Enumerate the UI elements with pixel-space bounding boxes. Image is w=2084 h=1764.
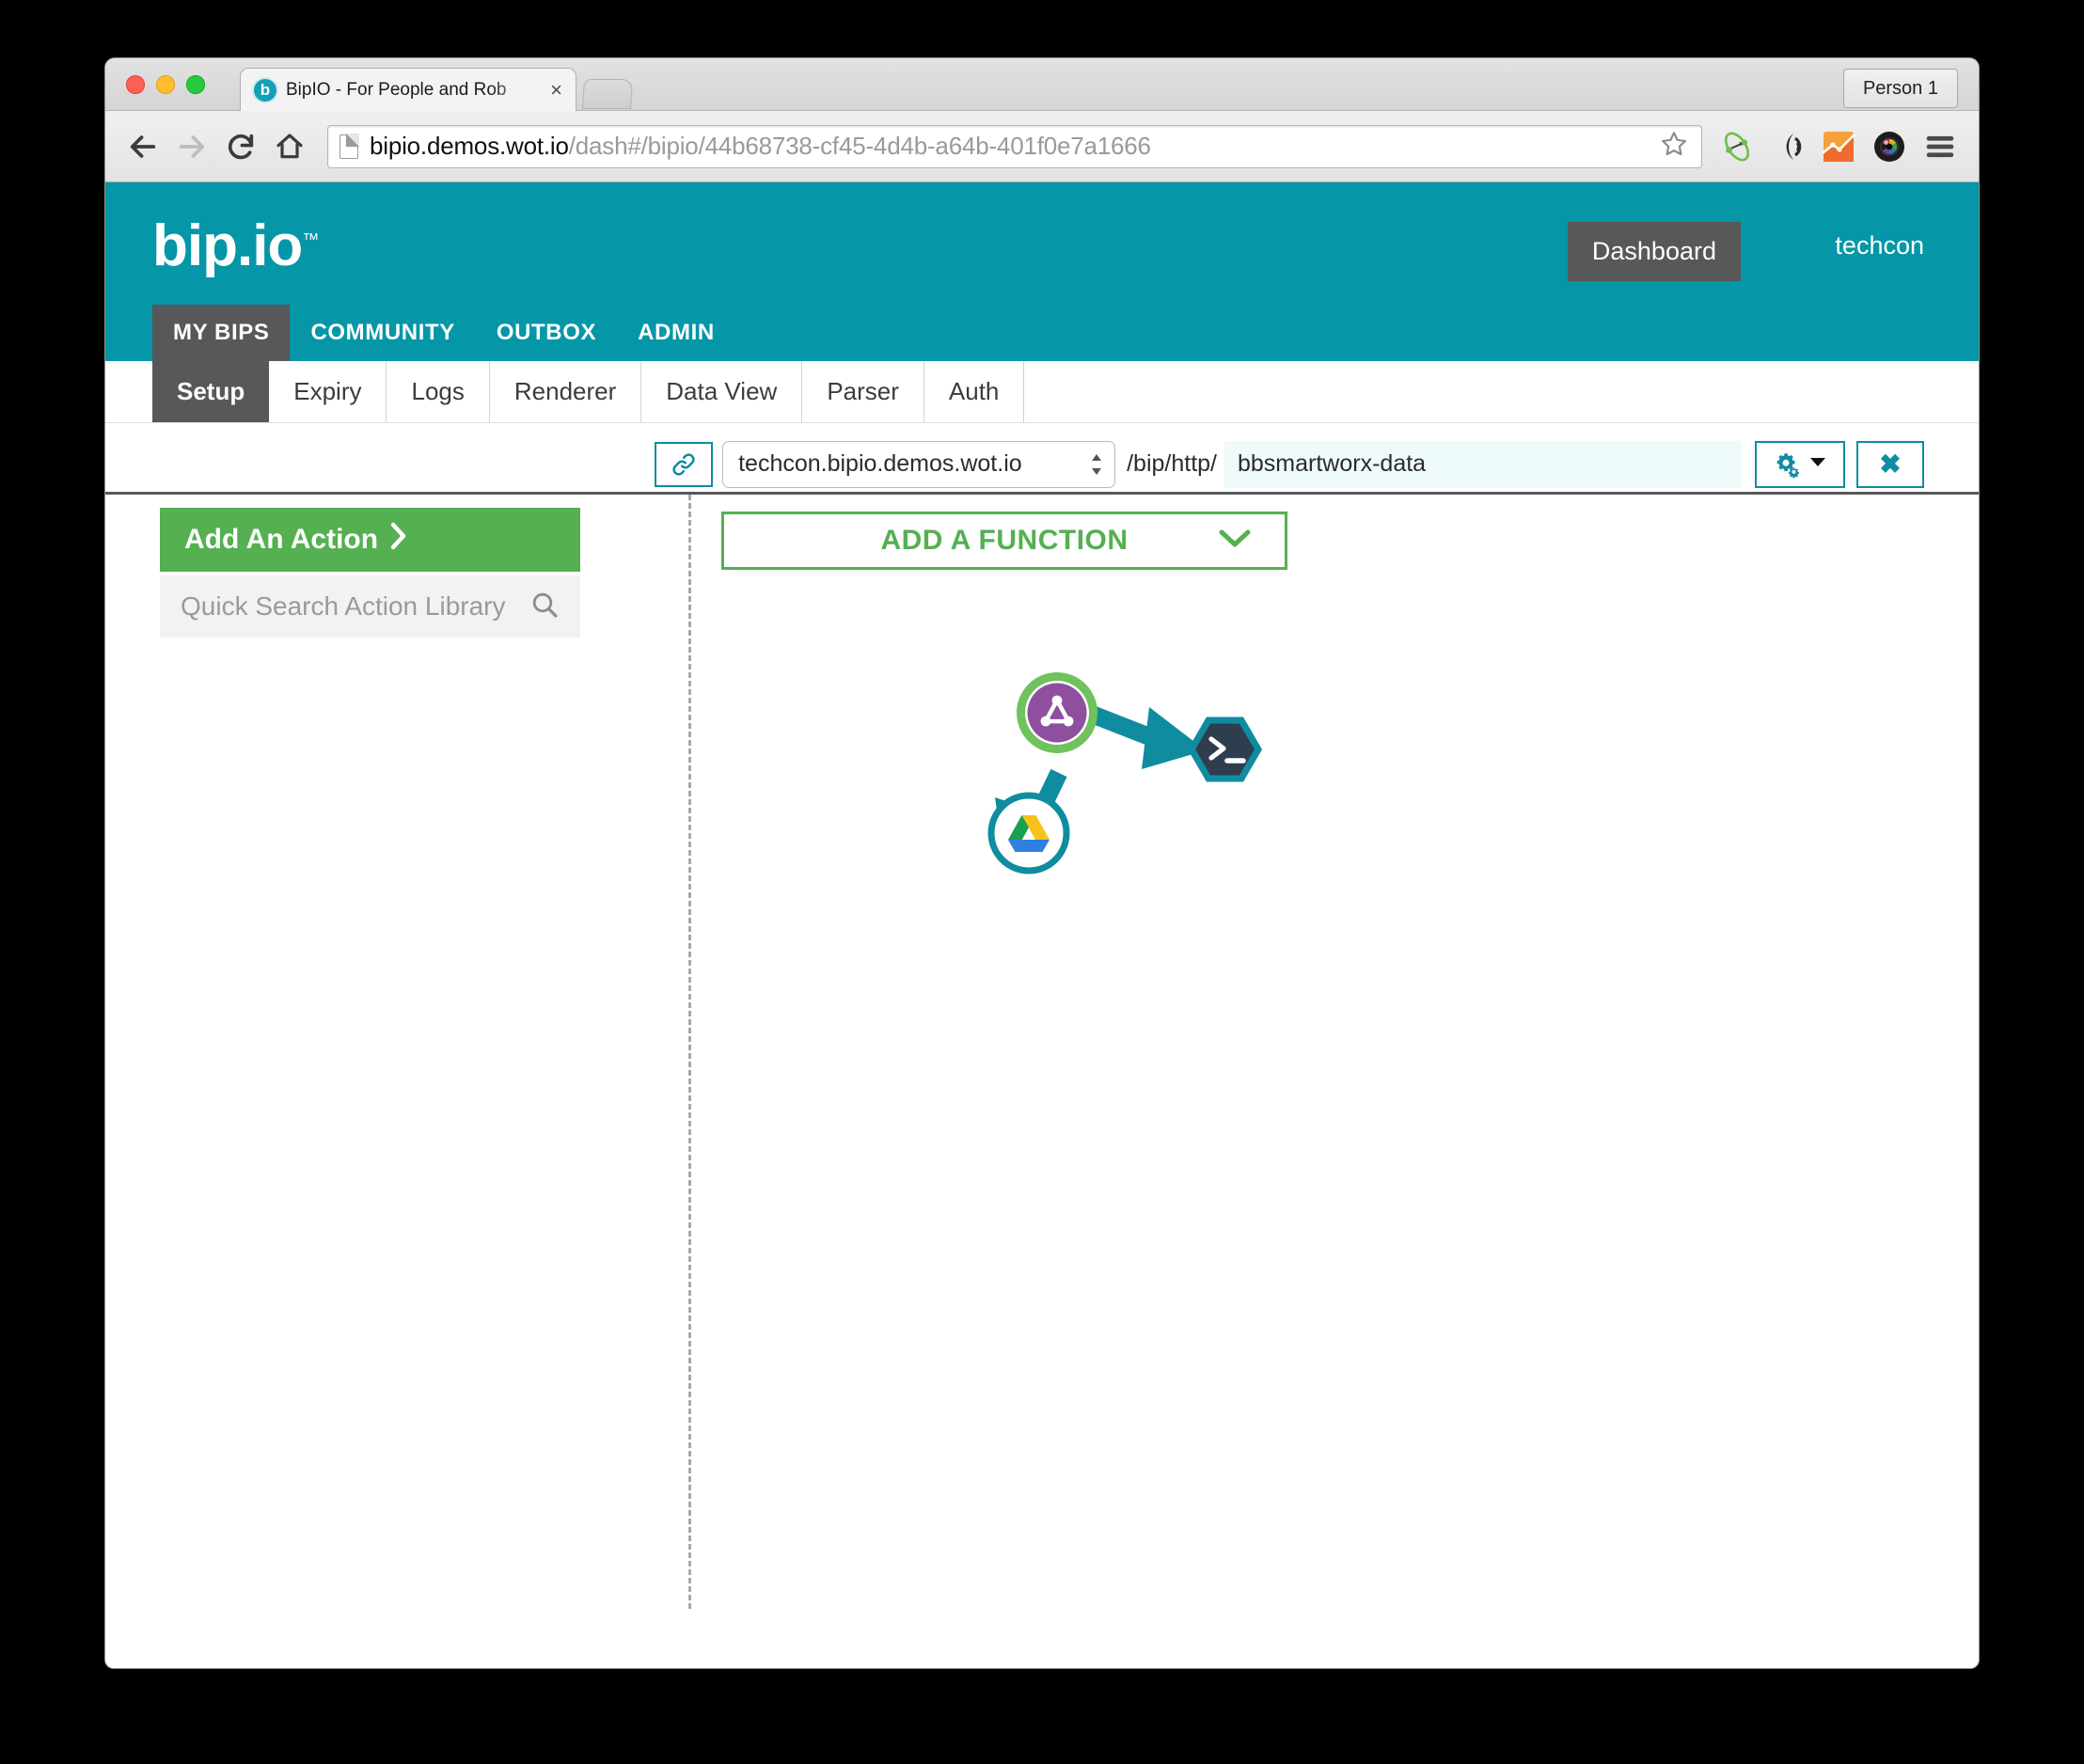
add-an-action-label: Add An Action: [184, 524, 379, 555]
chevron-right-icon: [389, 522, 408, 558]
back-icon[interactable]: [118, 122, 167, 171]
editor-panes: Add An Action Quick Search Action Librar…: [105, 495, 1979, 1609]
new-tab-button[interactable]: [581, 79, 634, 109]
logo-trademark: ™: [302, 229, 319, 249]
url-text: bipio.demos.wot.io/dash#/bipio/44b68738-…: [370, 132, 1151, 161]
tab-auth[interactable]: Auth: [924, 361, 1025, 422]
search-input[interactable]: [181, 591, 529, 622]
nav-item-outbox[interactable]: OUTBOX: [476, 305, 617, 361]
tab-logs[interactable]: Logs: [387, 361, 490, 422]
dashboard-button[interactable]: Dashboard: [1567, 222, 1741, 281]
settings-gear-dropdown-button[interactable]: [1755, 440, 1845, 488]
moon-waves-icon[interactable]: [1762, 122, 1813, 171]
reload-icon[interactable]: [216, 122, 265, 171]
flow-graph: [987, 672, 1263, 874]
add-an-action-button[interactable]: Add An Action: [160, 508, 580, 572]
window-controls: [126, 75, 205, 94]
bipio-favicon: b: [254, 78, 276, 102]
terminal-node[interactable]: [1187, 717, 1263, 782]
forward-icon: [167, 122, 216, 171]
logo-text: bip.io: [152, 213, 303, 278]
nav-item-admin[interactable]: ADMIN: [617, 305, 735, 361]
postman-icon[interactable]: [1712, 122, 1762, 171]
app-header: bip.io™ Dashboard techcon MY BIPS COMMUN…: [105, 182, 1979, 361]
right-pane: ADD A FUNCTION: [707, 495, 1979, 1604]
browser-window: b BipIO - For People and Rob × Person 1 …: [105, 58, 1979, 1668]
profile-person-button[interactable]: Person 1: [1842, 69, 1958, 108]
account-name[interactable]: techcon: [1835, 231, 1924, 260]
browser-tab-strip: b BipIO - For People and Rob × Person 1: [105, 58, 1979, 111]
path-prefix-label: /bip/http/: [1127, 450, 1217, 477]
tab-parser[interactable]: Parser: [802, 361, 924, 422]
nav-item-my-bips[interactable]: MY BIPS: [152, 305, 291, 361]
menu-icon[interactable]: [1915, 122, 1966, 171]
address-bar[interactable]: bipio.demos.wot.io/dash#/bipio/44b68738-…: [327, 124, 1702, 168]
sub-nav: Setup Expiry Logs Renderer Data View Par…: [105, 361, 1979, 423]
tab-expiry[interactable]: Expiry: [269, 361, 387, 422]
home-icon[interactable]: [265, 122, 314, 171]
endpoint-bar: techcon.bipio.demos.wot.io /bip/http/ bb…: [105, 423, 1979, 495]
endpoint-name-input[interactable]: [1224, 440, 1742, 488]
webhook-node[interactable]: [1017, 672, 1097, 753]
main-nav: MY BIPS COMMUNITY OUTBOX ADMIN: [152, 301, 735, 361]
tab-renderer[interactable]: Renderer: [490, 361, 642, 422]
minimize-window-button[interactable]: [156, 75, 175, 94]
url-host: bipio.demos.wot.io: [370, 132, 569, 160]
browser-tab[interactable]: b BipIO - For People and Rob ×: [240, 68, 576, 111]
left-pane: Add An Action: [105, 495, 679, 638]
nav-item-community[interactable]: COMMUNITY: [290, 305, 475, 361]
edge-source-to-terminal: [1080, 702, 1206, 769]
page-document-icon: [339, 134, 359, 159]
browser-tab-title: BipIO - For People and Rob: [286, 79, 507, 100]
camera-lens-icon[interactable]: [1864, 122, 1915, 171]
bookmark-star-icon[interactable]: [1654, 130, 1694, 163]
web-page: bip.io™ Dashboard techcon MY BIPS COMMUN…: [105, 182, 1979, 1668]
google-drive-node[interactable]: [987, 792, 1070, 874]
search-icon[interactable]: [529, 590, 560, 624]
pane-divider: [688, 495, 691, 1609]
browser-toolbar: bipio.demos.wot.io/dash#/bipio/44b68738-…: [105, 111, 1979, 182]
tab-setup[interactable]: Setup: [152, 361, 270, 422]
url-path: /dash#/bipio/44b68738-cf45-4d4b-a64b-401…: [568, 132, 1151, 160]
analytics-chart-icon[interactable]: [1813, 122, 1864, 171]
close-endpoint-button[interactable]: ✖: [1856, 440, 1924, 488]
close-tab-icon[interactable]: ×: [546, 79, 566, 101]
domain-select[interactable]: techcon.bipio.demos.wot.io: [722, 440, 1116, 488]
quick-search-field[interactable]: [160, 575, 580, 638]
link-icon[interactable]: [655, 441, 714, 487]
domain-select-value: techcon.bipio.demos.wot.io: [738, 450, 1022, 477]
maximize-window-button[interactable]: [186, 75, 205, 94]
tab-data-view[interactable]: Data View: [641, 361, 803, 422]
close-window-button[interactable]: [126, 75, 145, 94]
spinner-arrows-icon: [1090, 452, 1103, 477]
bipio-logo[interactable]: bip.io™: [152, 213, 319, 279]
gear-caret-icon: [1808, 455, 1827, 473]
